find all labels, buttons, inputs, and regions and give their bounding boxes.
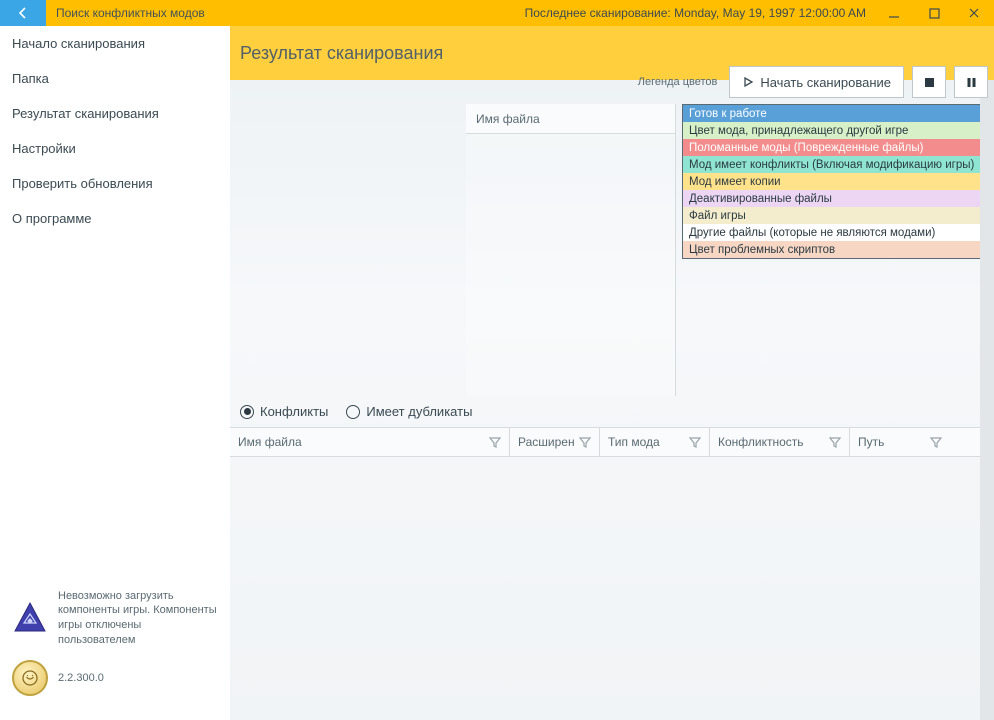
legend-row: Поломанные моды (Поврежденные файлы) xyxy=(683,139,987,156)
version-text: 2.2.300.0 xyxy=(58,671,104,686)
legend-row: Готов к работе xyxy=(683,105,987,122)
legend-row: Мод имеет копии xyxy=(683,173,987,190)
file-list-header-label: Имя файла xyxy=(476,112,540,126)
minimize-button[interactable] xyxy=(874,0,914,26)
column-label: Конфликтность xyxy=(718,435,804,449)
app-title: Поиск конфликтных модов xyxy=(46,6,205,20)
pause-icon xyxy=(966,77,977,88)
column-label: Расширен xyxy=(518,435,575,449)
sidebar: Начало сканирования Папка Результат скан… xyxy=(0,26,230,720)
last-scan-text: Последнее сканирование: Monday, May 19, … xyxy=(525,6,874,20)
stop-button[interactable] xyxy=(912,66,946,98)
warning-row: Невозможно загрузить компоненты игры. Ко… xyxy=(12,589,218,648)
maximize-button[interactable] xyxy=(914,0,954,26)
legend-row: Цвет проблемных скриптов xyxy=(683,241,987,258)
scrollbar-track[interactable] xyxy=(980,80,994,720)
results-table-header: Имя файла Расширен Тип мода Конфликтность Пу… xyxy=(230,427,994,457)
nav-item-start-scan[interactable]: Начало сканирования xyxy=(0,26,230,61)
filter-icon xyxy=(930,436,942,448)
warning-text: Невозможно загрузить компоненты игры. Ко… xyxy=(58,589,218,648)
version-row: 2.2.300.0 xyxy=(12,660,218,696)
nav-item-check-updates[interactable]: Проверить обновления xyxy=(0,166,230,201)
legend-row: Мод имеет конфликты (Включая модификацию… xyxy=(683,156,987,173)
legend-label: Легенда цветов xyxy=(638,76,718,88)
radio-dot-icon xyxy=(346,405,360,419)
close-button[interactable] xyxy=(954,0,994,26)
pause-button[interactable] xyxy=(954,66,988,98)
back-button[interactable] xyxy=(0,0,46,26)
column-header[interactable]: Тип мода xyxy=(600,428,710,456)
content: Результат сканирования Легенда цветов На… xyxy=(230,26,994,720)
column-header[interactable]: Имя файла xyxy=(230,428,510,456)
close-icon xyxy=(968,7,980,19)
results-table-body xyxy=(230,457,994,720)
legend-row: Другие файлы (которые не являются модами… xyxy=(683,224,987,241)
filter-icon xyxy=(579,436,591,448)
column-header[interactable]: Конфликтность xyxy=(710,428,850,456)
maximize-icon xyxy=(929,8,940,19)
toolbar: Легенда цветов Начать сканирование xyxy=(638,66,988,98)
play-icon xyxy=(742,76,754,88)
radio-duplicates-label: Имеет дубликаты xyxy=(366,404,472,419)
filter-radio-group: Конфликты Имеет дубликаты xyxy=(230,396,994,427)
warning-diamond-icon xyxy=(12,600,48,636)
legend-row: Файл игры xyxy=(683,207,987,224)
file-list-pane: Имя файла xyxy=(466,104,676,396)
legend-row: Деактивированные файлы xyxy=(683,190,987,207)
radio-duplicates[interactable]: Имеет дубликаты xyxy=(346,404,472,419)
version-coin-icon xyxy=(12,660,48,696)
nav-item-settings[interactable]: Настройки xyxy=(0,131,230,166)
content-title: Результат сканирования xyxy=(240,43,443,64)
arrow-left-icon xyxy=(15,5,31,21)
column-label: Имя файла xyxy=(238,435,302,449)
minimize-icon xyxy=(888,7,900,19)
nav-item-about[interactable]: О программе xyxy=(0,201,230,236)
filter-icon xyxy=(689,436,701,448)
column-label: Тип мода xyxy=(608,435,660,449)
legend-row: Цвет мода, принадлежащего другой игре xyxy=(683,122,987,139)
filter-icon xyxy=(829,436,841,448)
column-header[interactable]: Расширен xyxy=(510,428,600,456)
start-scan-label: Начать сканирование xyxy=(760,75,891,90)
column-label: Путь xyxy=(858,435,884,449)
radio-conflicts[interactable]: Конфликты xyxy=(240,404,328,419)
radio-conflicts-label: Конфликты xyxy=(260,404,328,419)
nav-item-folder[interactable]: Папка xyxy=(0,61,230,96)
titlebar: Поиск конфликтных модов Последнее сканир… xyxy=(0,0,994,26)
column-header[interactable]: Путь xyxy=(850,428,950,456)
start-scan-button[interactable]: Начать сканирование xyxy=(729,66,904,98)
content-header: Результат сканирования Легенда цветов На… xyxy=(230,26,994,80)
stop-icon xyxy=(924,77,935,88)
radio-dot-icon xyxy=(240,405,254,419)
nav-item-scan-result[interactable]: Результат сканирования xyxy=(0,96,230,131)
filter-icon xyxy=(489,436,501,448)
file-list-header[interactable]: Имя файла xyxy=(466,104,675,134)
legend-panel: Готов к работеЦвет мода, принадлежащего … xyxy=(682,104,988,259)
